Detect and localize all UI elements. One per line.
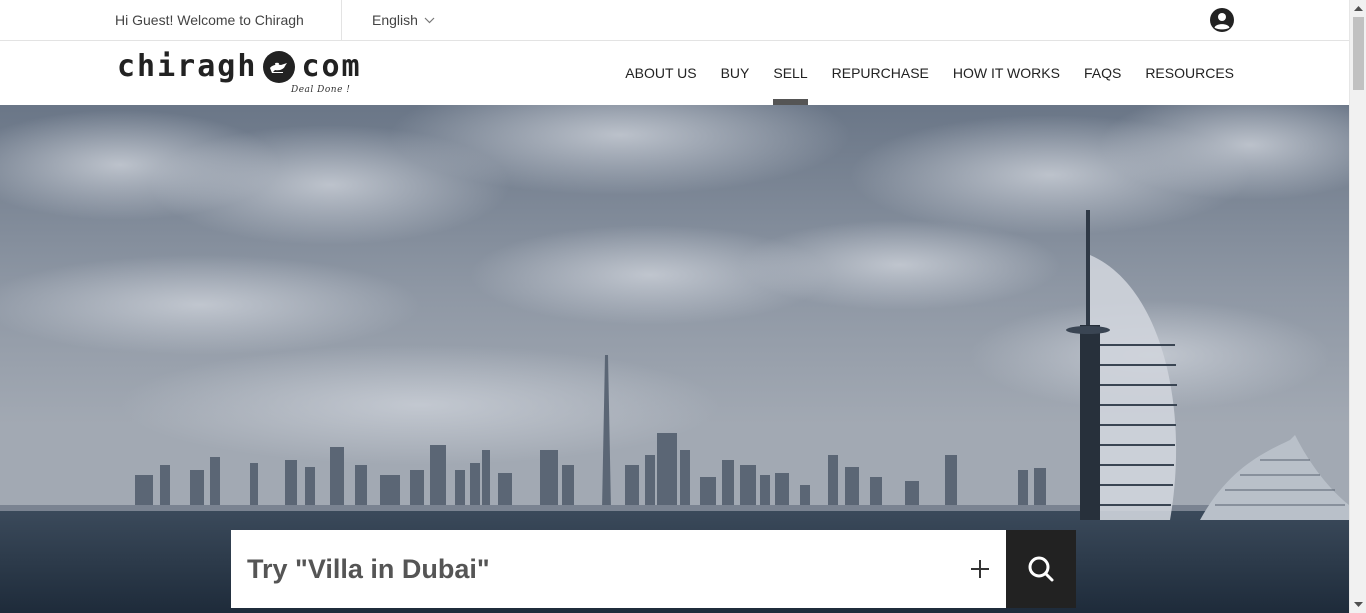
- language-selector[interactable]: English: [372, 12, 435, 28]
- welcome-text: Hi Guest! Welcome to Chiragh: [115, 12, 304, 28]
- nav-resources[interactable]: RESOURCES: [1145, 41, 1234, 105]
- search-icon: [1028, 556, 1054, 582]
- page: Hi Guest! Welcome to Chiragh English chi…: [0, 0, 1349, 613]
- plus-icon[interactable]: [968, 557, 992, 581]
- tagline: Deal Done !: [291, 85, 351, 95]
- search-input[interactable]: [247, 530, 947, 608]
- main-header: chiragh com Deal Done ! ABOUT US BUY SEL…: [0, 41, 1349, 105]
- top-bar: Hi Guest! Welcome to Chiragh English: [0, 0, 1349, 41]
- user-circle-icon[interactable]: [1210, 8, 1234, 32]
- scroll-down-arrow[interactable]: [1350, 596, 1366, 613]
- nav-repurchase[interactable]: REPURCHASE: [832, 41, 929, 105]
- chevron-down-icon: [424, 17, 435, 23]
- vertical-scrollbar[interactable]: [1349, 0, 1366, 613]
- divider: [341, 0, 342, 40]
- search-button[interactable]: [1006, 530, 1076, 608]
- nav-how-it-works[interactable]: HOW IT WORKS: [953, 41, 1060, 105]
- nav-sell[interactable]: SELL: [773, 41, 808, 105]
- logo-text-left: chiragh: [117, 49, 258, 84]
- main-nav: ABOUT US BUY SELL REPURCHASE HOW IT WORK…: [625, 41, 1234, 105]
- logo[interactable]: chiragh com Deal Done !: [117, 49, 360, 101]
- scroll-up-arrow[interactable]: [1350, 0, 1366, 17]
- search-box: [231, 530, 1006, 608]
- scroll-thumb[interactable]: [1353, 17, 1364, 90]
- nav-buy[interactable]: BUY: [721, 41, 750, 105]
- logo-text-right: com: [301, 49, 362, 84]
- nav-faqs[interactable]: FAQS: [1084, 41, 1121, 105]
- language-label: English: [372, 12, 418, 28]
- nav-about-us[interactable]: ABOUT US: [625, 41, 696, 105]
- lamp-icon: [263, 50, 296, 83]
